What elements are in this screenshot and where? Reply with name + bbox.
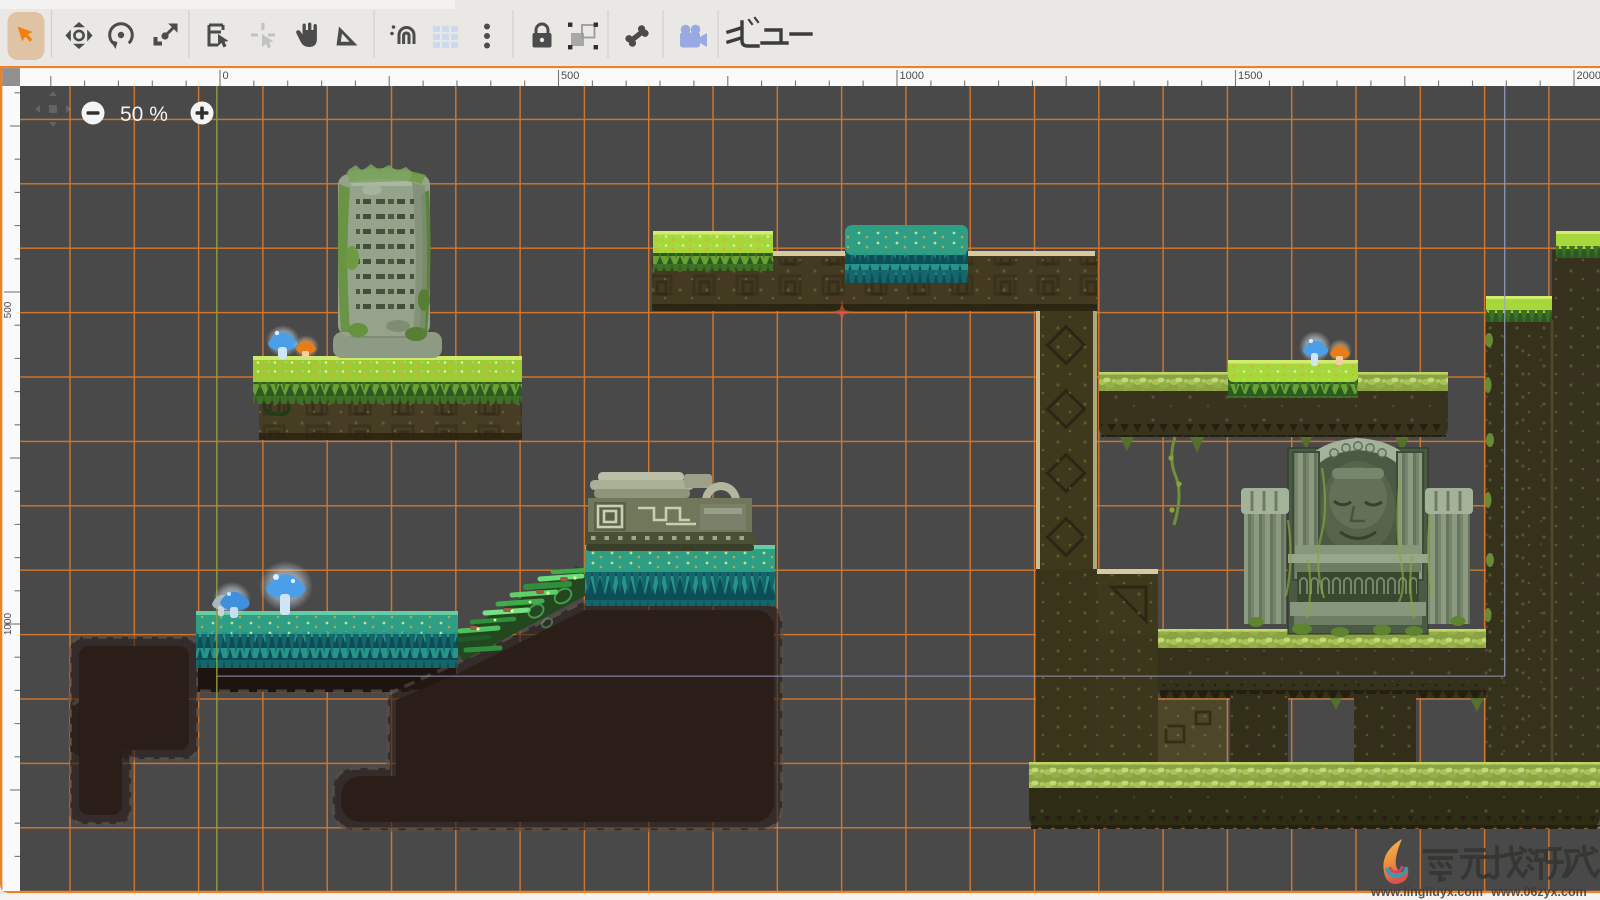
svg-text:2000: 2000 [1577, 70, 1600, 82]
svg-text:50 %: 50 % [120, 103, 168, 126]
svg-text:www.lingliuyx.com: www.lingliuyx.com [1370, 885, 1483, 899]
svg-text:www.06zyx.com: www.06zyx.com [1490, 885, 1586, 899]
svg-text:500: 500 [561, 70, 579, 82]
svg-text:500: 500 [3, 301, 14, 318]
svg-text:1500: 1500 [1238, 70, 1262, 82]
svg-text:1000: 1000 [3, 612, 14, 635]
svg-text:0: 0 [223, 70, 229, 82]
svg-text:1000: 1000 [900, 70, 924, 82]
